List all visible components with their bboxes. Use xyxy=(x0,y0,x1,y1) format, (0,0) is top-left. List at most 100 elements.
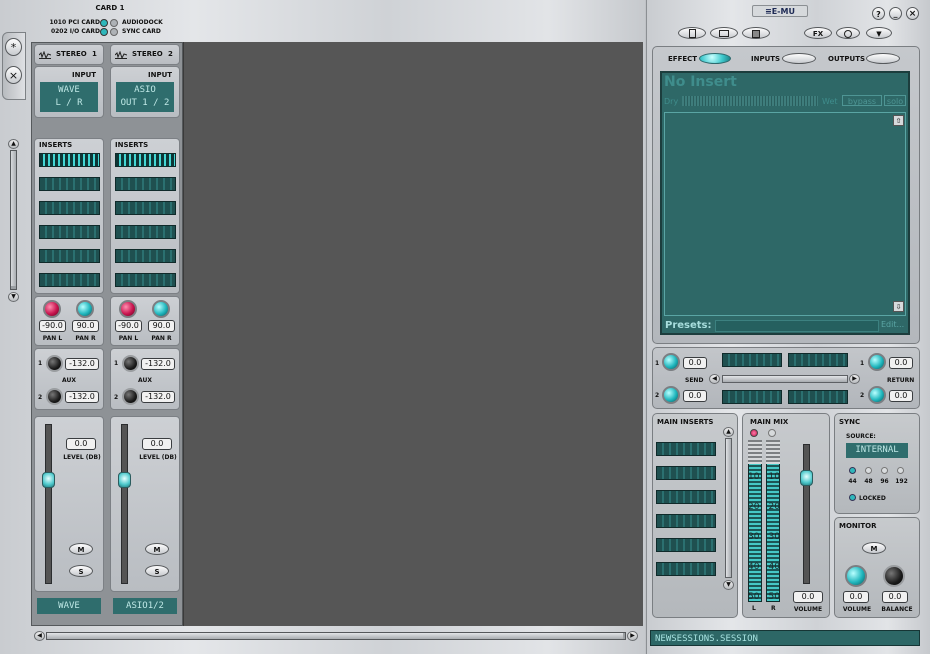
mute-button[interactable]: M xyxy=(145,543,169,555)
insert-slot-2[interactable] xyxy=(39,177,100,191)
monitor-balance-knob[interactable] xyxy=(883,565,905,587)
horizontal-scrollbar-thumb[interactable] xyxy=(47,633,623,639)
return1-value[interactable]: 0.0 xyxy=(889,357,913,369)
scroll-down-button[interactable]: ▼ xyxy=(8,292,19,302)
solo-button[interactable]: S xyxy=(145,565,169,577)
monitor-volume-knob[interactable] xyxy=(845,565,867,587)
main-insert-slot-1[interactable] xyxy=(656,442,716,456)
inputs-tab-button[interactable] xyxy=(782,53,816,64)
aux1-value[interactable]: -132.0 xyxy=(65,358,99,370)
scroll-right-button[interactable]: ▶ xyxy=(627,631,638,641)
input-selector[interactable]: WAVE L / R xyxy=(40,82,98,112)
input-selector[interactable]: ASIO OUT 1 / 2 xyxy=(116,82,174,112)
pan-left-knob[interactable] xyxy=(119,300,137,318)
pan-right-knob[interactable] xyxy=(76,300,94,318)
level-fader-track[interactable] xyxy=(121,424,128,584)
level-value[interactable]: 0.0 xyxy=(66,438,96,450)
help-button[interactable]: ? xyxy=(872,7,885,20)
new-session-button[interactable] xyxy=(678,27,706,39)
level-fader-thumb[interactable] xyxy=(42,472,55,488)
open-session-button[interactable] xyxy=(710,27,738,39)
outputs-tab-button[interactable] xyxy=(866,53,900,64)
return2-value[interactable]: 0.0 xyxy=(889,390,913,402)
main-insert-slot-5[interactable] xyxy=(656,538,716,552)
insert-slot-2[interactable] xyxy=(115,177,176,191)
vertical-scrollbar-thumb[interactable] xyxy=(11,151,16,286)
insert-slot-4[interactable] xyxy=(39,225,100,239)
pan-left-value[interactable]: -90.0 xyxy=(115,320,142,332)
main-inserts-scroll-up[interactable]: ▲ xyxy=(723,427,734,437)
level-value[interactable]: 0.0 xyxy=(142,438,172,450)
send-insert-slot-2[interactable] xyxy=(722,390,782,404)
aux2-knob[interactable] xyxy=(46,388,63,405)
send1-value[interactable]: 0.0 xyxy=(683,357,707,369)
sends-scroll-right[interactable]: ▶ xyxy=(849,374,860,384)
aux2-value[interactable]: -132.0 xyxy=(141,391,175,403)
solo-button[interactable]: S xyxy=(69,565,93,577)
return-insert-slot-2[interactable] xyxy=(788,390,848,404)
bypass-button[interactable]: bypass xyxy=(842,95,882,106)
menu-dropdown-button[interactable]: ▼ xyxy=(866,27,892,39)
aux2-value[interactable]: -132.0 xyxy=(65,391,99,403)
main-insert-slot-4[interactable] xyxy=(656,514,716,528)
dry-wet-slider[interactable] xyxy=(682,96,818,106)
insert-list-scroll-up[interactable]: ⇧ xyxy=(893,115,904,126)
mute-button[interactable]: M xyxy=(69,543,93,555)
pan-left-knob[interactable] xyxy=(43,300,61,318)
pan-right-value[interactable]: 90.0 xyxy=(72,320,99,332)
insert-slot-3[interactable] xyxy=(115,201,176,215)
scroll-left-button[interactable]: ◀ xyxy=(34,631,45,641)
close-button[interactable]: × xyxy=(906,7,919,20)
insert-slot-5[interactable] xyxy=(39,249,100,263)
close-tab-button[interactable]: × xyxy=(5,66,22,84)
level-fader-track[interactable] xyxy=(45,424,52,584)
aux2-knob[interactable] xyxy=(122,388,139,405)
solo-insert-button[interactable]: solo xyxy=(884,95,906,106)
sends-scrollbar[interactable] xyxy=(722,375,848,383)
insert-slot-6[interactable] xyxy=(115,273,176,287)
main-inserts-scroll-down[interactable]: ▼ xyxy=(723,580,734,590)
send2-knob[interactable] xyxy=(662,386,680,404)
insert-slot-3[interactable] xyxy=(39,201,100,215)
star-tab-button[interactable]: * xyxy=(5,38,22,56)
main-volume-fader-thumb[interactable] xyxy=(800,470,813,486)
main-volume-value[interactable]: 0.0 xyxy=(793,591,823,603)
return-insert-slot-1[interactable] xyxy=(788,353,848,367)
save-session-button[interactable] xyxy=(742,27,770,39)
return2-knob[interactable] xyxy=(868,386,886,404)
aux1-knob[interactable] xyxy=(122,355,139,372)
insert-list-area[interactable] xyxy=(664,112,906,316)
main-volume-fader-track[interactable] xyxy=(803,444,810,584)
insert-slot-6[interactable] xyxy=(39,273,100,287)
main-insert-slot-6[interactable] xyxy=(656,562,716,576)
record-button[interactable] xyxy=(836,27,860,39)
aux1-knob[interactable] xyxy=(46,355,63,372)
send-insert-slot-1[interactable] xyxy=(722,353,782,367)
monitor-volume-value[interactable]: 0.0 xyxy=(843,591,869,603)
insert-slot-5[interactable] xyxy=(115,249,176,263)
aux1-value[interactable]: -132.0 xyxy=(141,358,175,370)
insert-slot-1[interactable] xyxy=(115,153,176,167)
pan-right-value[interactable]: 90.0 xyxy=(148,320,175,332)
send1-knob[interactable] xyxy=(662,353,680,371)
effect-tab-button[interactable] xyxy=(699,53,731,64)
pan-left-value[interactable]: -90.0 xyxy=(39,320,66,332)
scroll-up-button[interactable]: ▲ xyxy=(8,139,19,149)
monitor-balance-value[interactable]: 0.0 xyxy=(882,591,908,603)
level-fader-thumb[interactable] xyxy=(118,472,131,488)
return1-knob[interactable] xyxy=(868,353,886,371)
insert-list-scroll-down[interactable]: ⇩ xyxy=(893,301,904,312)
main-insert-slot-3[interactable] xyxy=(656,490,716,504)
fx-button[interactable]: FX xyxy=(804,27,832,39)
pan-right-knob[interactable] xyxy=(152,300,170,318)
send2-value[interactable]: 0.0 xyxy=(683,390,707,402)
insert-slot-4[interactable] xyxy=(115,225,176,239)
minimize-button[interactable]: _ xyxy=(889,7,902,20)
sync-source-display[interactable]: INTERNAL xyxy=(846,443,908,458)
main-insert-slot-2[interactable] xyxy=(656,466,716,480)
main-inserts-scrollbar[interactable] xyxy=(725,438,732,578)
sends-scroll-left[interactable]: ◀ xyxy=(709,374,720,384)
insert-slot-1[interactable] xyxy=(39,153,100,167)
monitor-mute-button[interactable]: M xyxy=(862,542,886,554)
preset-edit-button[interactable]: Edit... xyxy=(881,320,906,332)
